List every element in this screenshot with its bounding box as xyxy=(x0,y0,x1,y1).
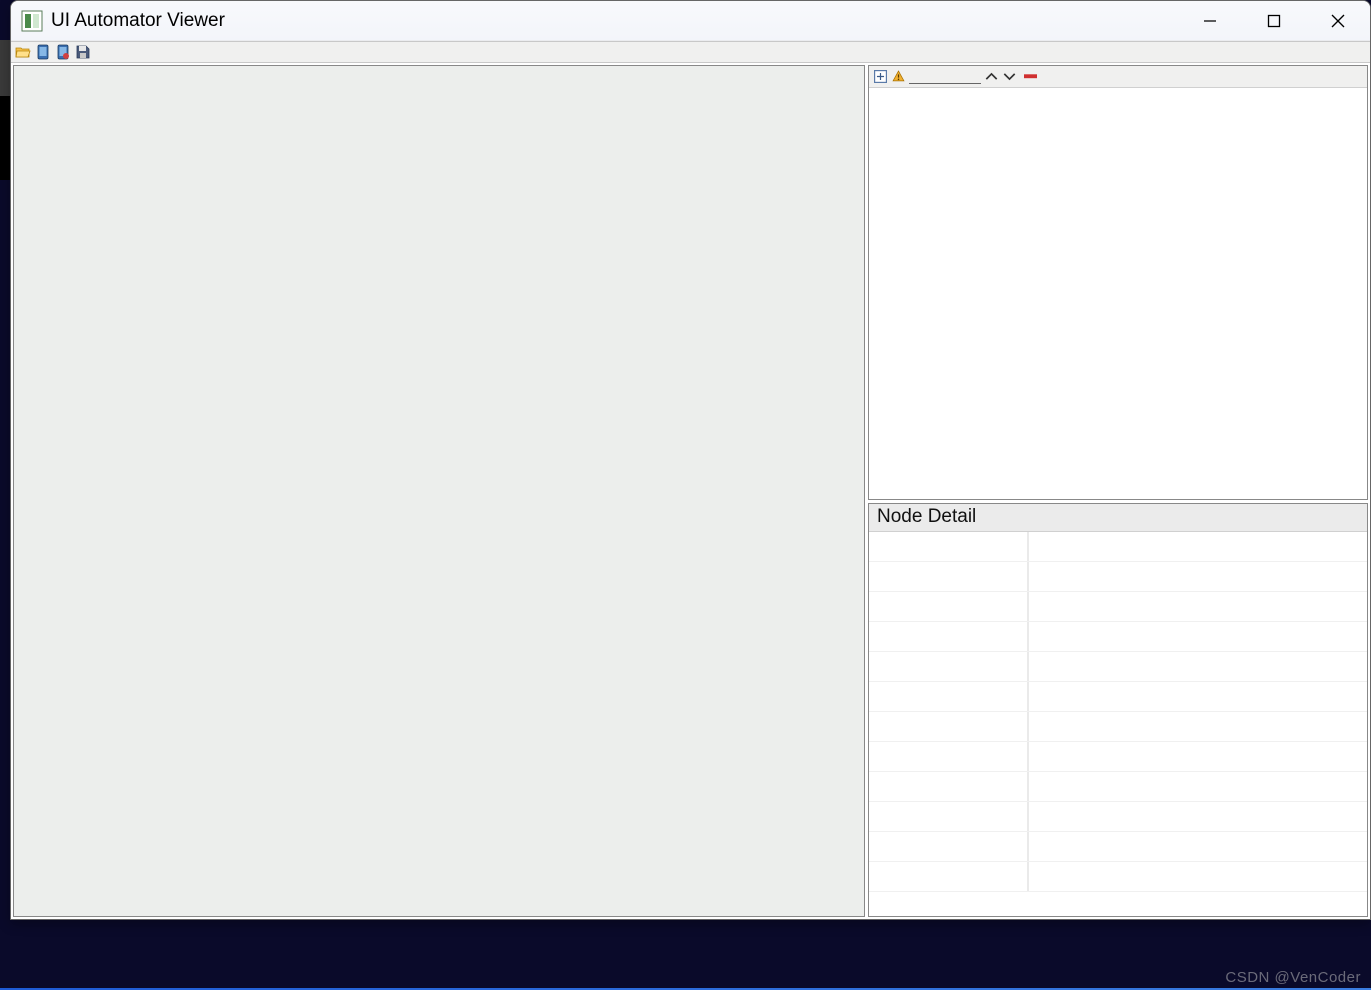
detail-key xyxy=(869,652,1029,681)
table-row[interactable] xyxy=(869,862,1367,892)
detail-value xyxy=(1029,682,1367,711)
table-row[interactable] xyxy=(869,832,1367,862)
detail-key xyxy=(869,832,1029,861)
tree-toolbar xyxy=(869,66,1367,88)
detail-key xyxy=(869,682,1029,711)
detail-value xyxy=(1029,712,1367,741)
device-screenshot-button[interactable] xyxy=(35,44,51,60)
detail-key xyxy=(869,712,1029,741)
app-window: UI Automator Viewer xyxy=(10,0,1371,920)
detail-value xyxy=(1029,622,1367,651)
node-detail-grid xyxy=(869,532,1367,916)
detail-key xyxy=(869,742,1029,771)
table-row[interactable] xyxy=(869,802,1367,832)
table-row[interactable] xyxy=(869,712,1367,742)
detail-value xyxy=(1029,592,1367,621)
open-button[interactable] xyxy=(15,44,31,60)
screenshot-pane[interactable] xyxy=(13,65,865,917)
watermark: CSDN @VenCoder xyxy=(1225,969,1361,986)
clear-icon xyxy=(1024,73,1037,81)
detail-key xyxy=(869,592,1029,621)
search-prev-button[interactable] xyxy=(985,70,998,83)
chevron-up-icon xyxy=(985,70,998,83)
table-row[interactable] xyxy=(869,622,1367,652)
device-screenshot-compressed-button[interactable] xyxy=(55,44,71,60)
minimize-icon xyxy=(1203,14,1217,28)
detail-key xyxy=(869,772,1029,801)
content-area: Node Detail xyxy=(11,63,1370,919)
close-icon xyxy=(1331,14,1345,28)
detail-value xyxy=(1029,802,1367,831)
titlebar[interactable]: UI Automator Viewer xyxy=(11,1,1370,41)
detail-key xyxy=(869,802,1029,831)
maximize-icon xyxy=(1267,14,1281,28)
toggle-naf-button[interactable] xyxy=(892,70,905,83)
search-next-button[interactable] xyxy=(1003,70,1016,83)
device-compressed-icon xyxy=(55,44,71,60)
right-pane: Node Detail xyxy=(868,65,1368,917)
device-icon xyxy=(35,44,51,60)
detail-value xyxy=(1029,562,1367,591)
table-row[interactable] xyxy=(869,652,1367,682)
expand-all-button[interactable] xyxy=(874,70,887,83)
close-button[interactable] xyxy=(1306,1,1370,40)
chevron-down-icon xyxy=(1003,70,1016,83)
detail-key xyxy=(869,862,1029,891)
expand-icon xyxy=(874,70,887,83)
maximize-button[interactable] xyxy=(1242,1,1306,40)
table-row[interactable] xyxy=(869,772,1367,802)
window-controls xyxy=(1178,1,1370,40)
table-row[interactable] xyxy=(869,742,1367,772)
folder-open-icon xyxy=(15,44,31,60)
tree-body[interactable] xyxy=(869,88,1367,499)
save-icon xyxy=(75,44,91,60)
detail-value xyxy=(1029,862,1367,891)
warning-icon xyxy=(892,70,905,83)
detail-key xyxy=(869,622,1029,651)
background-edge xyxy=(0,40,10,180)
node-detail-header: Node Detail xyxy=(869,504,1367,532)
detail-value xyxy=(1029,742,1367,771)
save-button[interactable] xyxy=(75,44,91,60)
table-row[interactable] xyxy=(869,562,1367,592)
detail-value xyxy=(1029,532,1367,561)
table-row[interactable] xyxy=(869,532,1367,562)
detail-key xyxy=(869,562,1029,591)
tree-search-input[interactable] xyxy=(909,69,981,84)
app-icon xyxy=(21,10,43,32)
detail-value xyxy=(1029,772,1367,801)
detail-value xyxy=(1029,652,1367,681)
minimize-button[interactable] xyxy=(1178,1,1242,40)
window-title: UI Automator Viewer xyxy=(51,10,225,32)
table-row[interactable] xyxy=(869,682,1367,712)
detail-value xyxy=(1029,832,1367,861)
node-detail-pane: Node Detail xyxy=(868,503,1368,917)
clear-search-button[interactable] xyxy=(1024,70,1037,83)
hierarchy-pane xyxy=(868,65,1368,500)
detail-key xyxy=(869,532,1029,561)
table-row[interactable] xyxy=(869,592,1367,622)
main-toolbar xyxy=(11,41,1370,63)
